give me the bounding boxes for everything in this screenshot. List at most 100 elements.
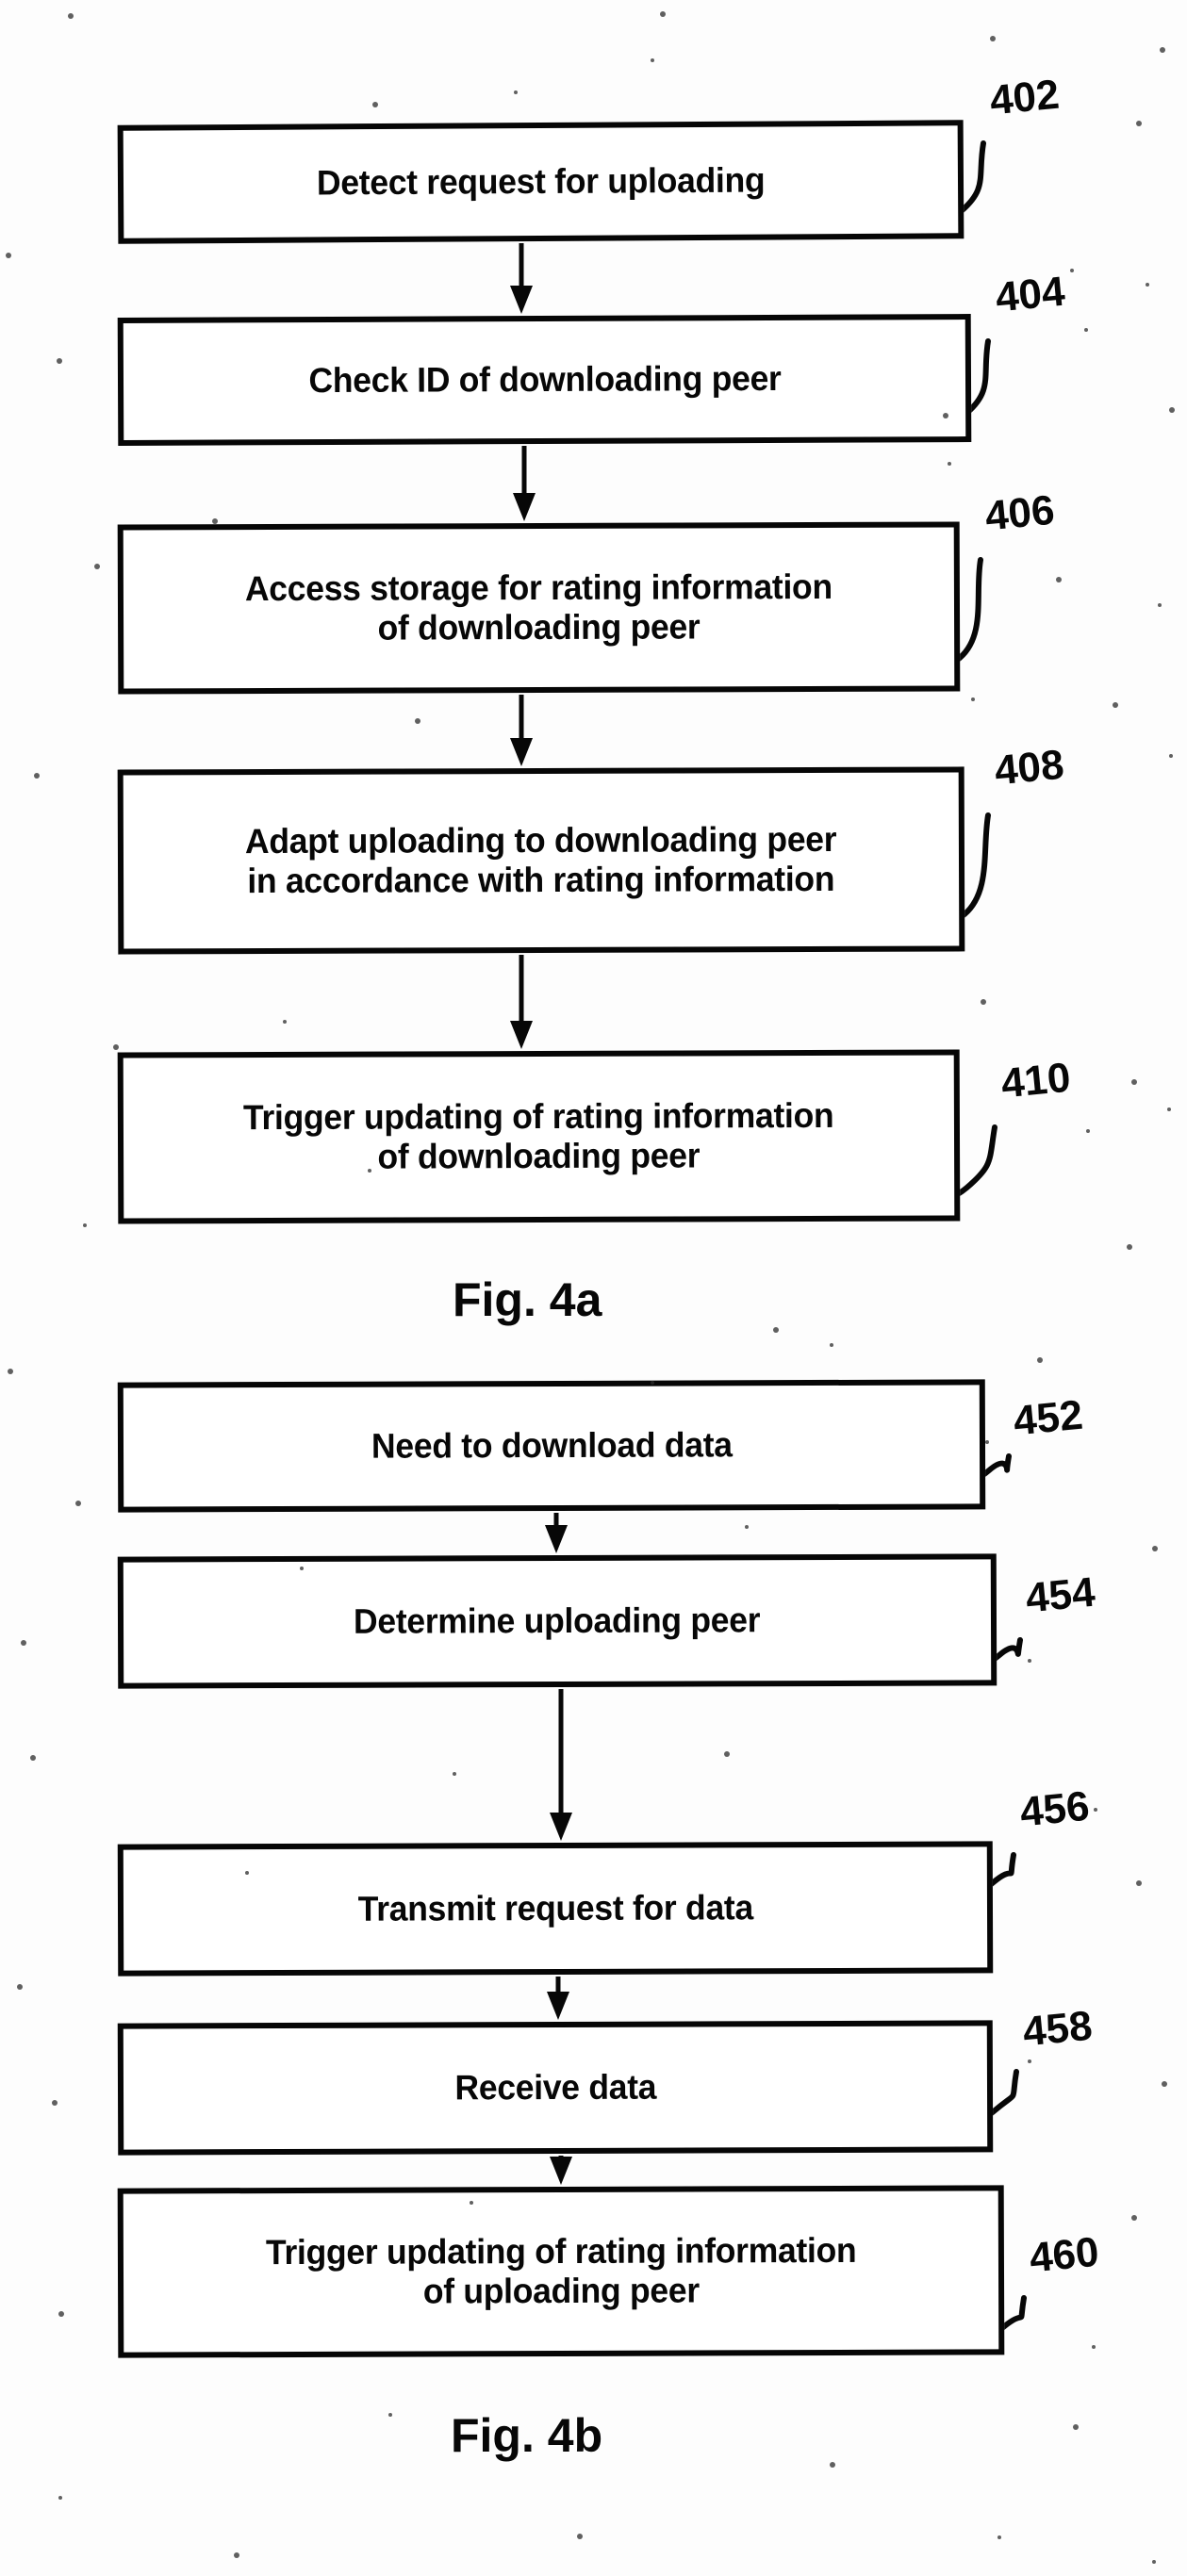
process-box-402-label: Detect request for uploading [316, 160, 766, 203]
process-box-456[interactable]: Transmit request for data [117, 1841, 994, 1977]
reference-numeral-458: 458 [1020, 2002, 1095, 2056]
scan-speck [1037, 1357, 1043, 1363]
reference-numeral-402: 402 [987, 71, 1062, 124]
scan-speck [6, 253, 11, 258]
scan-speck [1131, 2215, 1137, 2221]
scan-speck [1169, 407, 1175, 413]
process-box-458-label: Receive data [454, 2067, 656, 2108]
scan-speck [17, 1984, 23, 1990]
scan-speck [1086, 1129, 1090, 1133]
scan-speck [21, 1640, 26, 1646]
flow-arrow-head [550, 2157, 572, 2185]
scan-speck [245, 1871, 249, 1875]
scan-speck [1169, 754, 1173, 758]
scan-speck [1028, 2059, 1031, 2063]
scan-speck [1158, 603, 1162, 607]
scan-speck [1094, 1808, 1097, 1812]
scan-speck [453, 1772, 456, 1776]
scan-speck [83, 1223, 87, 1227]
scan-speck [212, 518, 218, 524]
scan-speck [724, 1751, 730, 1757]
flow-arrow-head [545, 1525, 568, 1553]
scan-speck [660, 11, 666, 17]
scan-speck [8, 1369, 13, 1374]
scan-speck [1162, 2081, 1167, 2087]
process-box-452[interactable]: Need to download data [117, 1379, 986, 1513]
reference-numeral-456: 456 [1017, 1782, 1092, 1836]
flow-arrow-head [510, 738, 533, 766]
scan-speck [368, 1169, 371, 1173]
scan-speck [651, 58, 654, 62]
scan-speck [58, 2311, 64, 2317]
scan-speck [415, 718, 420, 724]
scan-speck [943, 413, 948, 418]
scan-speck [1056, 577, 1062, 582]
scan-speck [68, 13, 74, 19]
scan-speck [52, 2100, 58, 2106]
scan-speck [981, 999, 986, 1005]
process-box-406-label: Access storage for rating information of… [244, 566, 833, 648]
scan-speck [388, 2413, 392, 2417]
process-box-458[interactable]: Receive data [117, 2020, 994, 2156]
scan-speck [997, 2535, 1001, 2539]
scan-speck [1131, 1079, 1137, 1085]
flow-arrow-head [513, 493, 536, 521]
scan-speck [30, 1755, 36, 1761]
reference-numeral-452: 452 [1011, 1391, 1085, 1445]
scan-speck [514, 90, 518, 94]
scan-speck [577, 2534, 583, 2539]
process-box-406[interactable]: Access storage for rating information of… [117, 521, 961, 695]
scan-speck [830, 2462, 835, 2468]
process-box-402[interactable]: Detect request for uploading [117, 120, 964, 244]
patent-drawing-sheet: Detect request for uploading 402 Check I… [0, 0, 1187, 2576]
scan-speck [1092, 2345, 1096, 2349]
scan-speck [948, 462, 951, 466]
scan-speck [34, 773, 40, 779]
reference-numeral-454: 454 [1023, 1568, 1097, 1622]
process-box-410[interactable]: Trigger updating of rating information o… [117, 1049, 961, 1224]
reference-numeral-406: 406 [982, 486, 1057, 540]
process-box-456-label: Transmit request for data [357, 1888, 753, 1928]
process-box-454-label: Determine uploading peer [354, 1600, 761, 1641]
scan-speck [1160, 47, 1165, 53]
process-box-408[interactable]: Adapt uploading to downloading peer in a… [117, 766, 965, 955]
process-box-404[interactable]: Check ID of downloading peer [117, 314, 972, 446]
process-box-454[interactable]: Determine uploading peer [117, 1553, 997, 1689]
flow-arrow-head [550, 1813, 572, 1841]
figure-caption-4a: Fig. 4a [453, 1273, 602, 1326]
scan-speck [57, 358, 62, 364]
scan-speck [773, 1327, 779, 1333]
reference-numeral-404: 404 [993, 268, 1067, 321]
scan-speck [1028, 1659, 1031, 1663]
scan-speck [1167, 1108, 1171, 1111]
scan-speck [1070, 269, 1074, 272]
scan-speck [985, 1440, 989, 1444]
scan-speck [745, 1525, 749, 1529]
scan-speck [372, 102, 378, 107]
scan-speck [990, 36, 996, 41]
scan-speck [651, 1381, 654, 1385]
reference-numeral-408: 408 [992, 741, 1066, 795]
scan-speck [830, 1343, 833, 1347]
flow-arrow-head [510, 286, 533, 314]
figure-caption-4b: Fig. 4b [451, 2409, 603, 2462]
reference-numeral-410: 410 [998, 1054, 1073, 1108]
scan-speck [1084, 328, 1088, 332]
reference-numeral-460: 460 [1027, 2228, 1101, 2282]
process-box-452-label: Need to download data [371, 1425, 733, 1466]
scan-speck [113, 1044, 119, 1050]
scan-speck [1152, 1546, 1158, 1551]
process-box-410-label: Trigger updating of rating information o… [243, 1095, 834, 1176]
scan-speck [1136, 121, 1142, 126]
scan-speck [971, 697, 975, 701]
process-box-460[interactable]: Trigger updating of rating information o… [117, 2185, 1005, 2358]
flow-arrow-head [547, 1992, 569, 2020]
scan-speck [1152, 2560, 1156, 2564]
scan-speck [58, 2496, 62, 2500]
scan-speck [470, 2201, 473, 2205]
flow-arrow-head [510, 1021, 533, 1049]
scan-speck [75, 1501, 81, 1506]
scan-speck [1113, 702, 1118, 708]
scan-speck [94, 564, 100, 569]
scan-speck [1073, 2424, 1079, 2430]
